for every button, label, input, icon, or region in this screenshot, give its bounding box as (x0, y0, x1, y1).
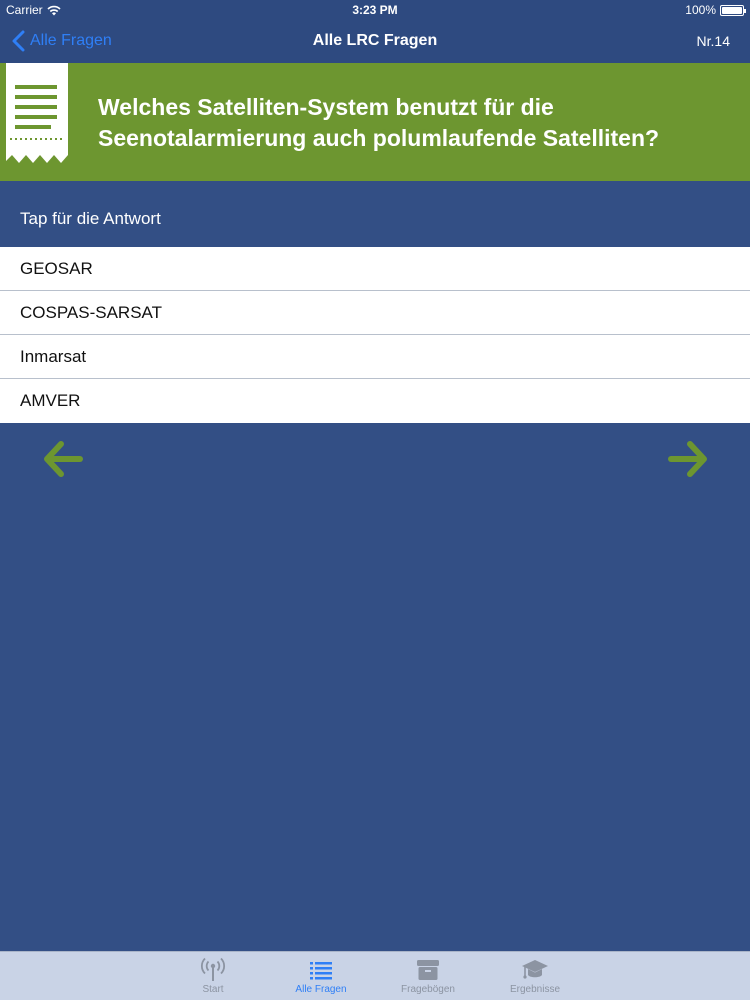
answer-option[interactable]: Inmarsat (0, 335, 750, 379)
battery-icon (720, 4, 746, 16)
question-banner: Welches Satelliten-System benutzt für di… (0, 63, 750, 181)
arrow-right-icon[interactable] (668, 441, 708, 477)
question-line-1: Welches Satelliten-System benutzt für di… (98, 94, 554, 120)
graduation-cap-icon (522, 960, 548, 979)
tab-ergebnisse[interactable]: Ergebnisse (490, 956, 580, 995)
answer-list: GEOSAR COSPAS-SARSAT Inmarsat AMVER (0, 247, 750, 423)
receipt-icon (6, 63, 68, 163)
battery-group: 100% (685, 3, 746, 17)
question-number: Nr.14 (696, 33, 730, 49)
status-bar: Carrier 3:23 PM 100% (0, 0, 750, 20)
answer-option[interactable]: GEOSAR (0, 247, 750, 291)
archive-box-icon (417, 960, 439, 980)
tab-bar: Start Alle Fragen Fragebögen Ergebnisse (0, 951, 750, 1000)
question-line-2: Seenotalarmierung auch polumlaufende Sat… (98, 125, 660, 151)
arrow-left-icon[interactable] (43, 441, 83, 477)
tab-alle-fragen[interactable]: Alle Fragen (276, 956, 366, 995)
tab-frageboegen[interactable]: Fragebögen (383, 956, 473, 995)
page-title: Alle LRC Fragen (312, 32, 438, 49)
answer-option[interactable]: AMVER (0, 379, 750, 423)
answer-option[interactable]: COSPAS-SARSAT (0, 291, 750, 335)
list-icon (310, 962, 332, 980)
battery-level (722, 6, 742, 14)
tab-start-label: Start (202, 984, 224, 995)
status-time: 3:23 PM (352, 3, 398, 17)
battery-percent: 100% (685, 3, 716, 17)
tab-start[interactable]: Start (168, 956, 258, 995)
tab-alle-fragen-label: Alle Fragen (295, 984, 347, 995)
antenna-icon (201, 957, 225, 981)
tab-frageboegen-label: Fragebögen (401, 984, 455, 995)
tab-ergebnisse-label: Ergebnisse (509, 984, 561, 995)
reveal-answer-hint[interactable]: Tap für die Antwort (20, 209, 161, 229)
navigation-bar: Alle Fragen Alle LRC Fragen Nr.14 (0, 20, 750, 63)
question-text: Welches Satelliten-System benutzt für di… (98, 92, 738, 154)
